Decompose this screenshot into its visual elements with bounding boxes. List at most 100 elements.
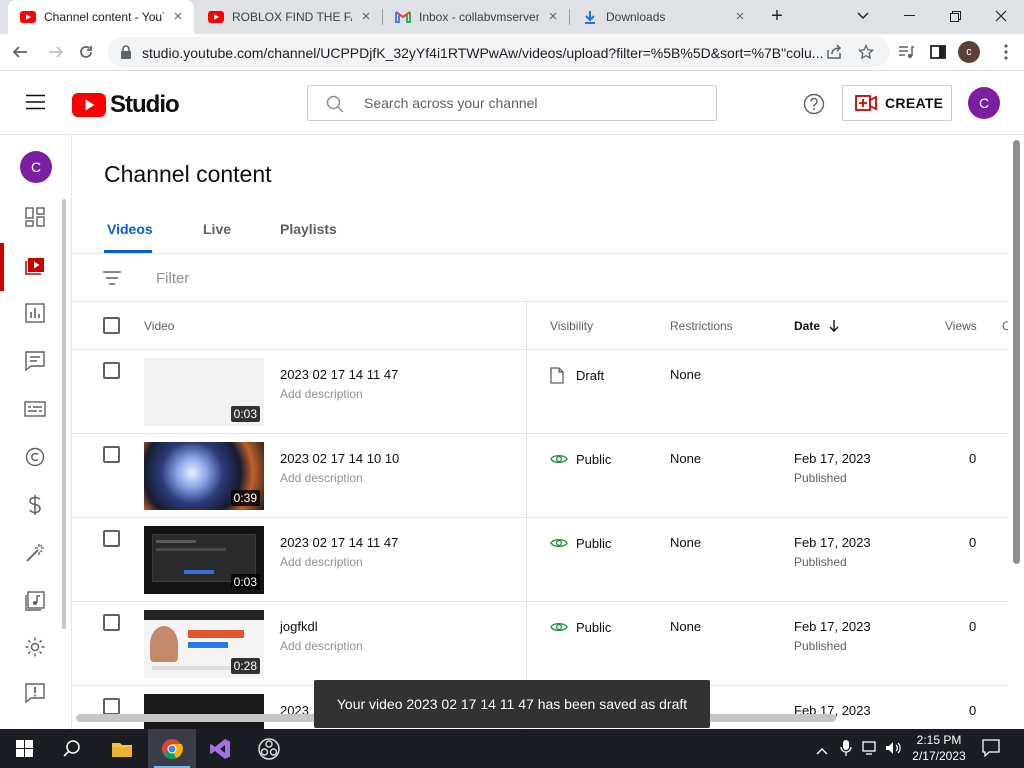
chrome-icon[interactable] bbox=[148, 729, 196, 768]
reload-button[interactable] bbox=[72, 38, 100, 66]
system-clock[interactable]: 2:15 PM 2/17/2023 bbox=[906, 732, 972, 764]
sidebar-scrollbar[interactable] bbox=[62, 199, 66, 629]
search-input[interactable] bbox=[364, 86, 704, 120]
audio-library-icon bbox=[25, 590, 45, 616]
sidebar-item-earn[interactable] bbox=[0, 483, 70, 531]
column-header-views[interactable]: Views bbox=[945, 319, 977, 333]
table-row[interactable]: 0:03 2023 02 17 14 11 47 Add description… bbox=[72, 350, 1008, 434]
browser-tab-gmail[interactable]: Inbox - collabvmserver × bbox=[383, 0, 569, 34]
address-bar[interactable]: studio.youtube.com/channel/UCPPDjfK_32yY… bbox=[108, 37, 890, 67]
sidebar-item-dashboard[interactable] bbox=[0, 195, 70, 243]
chevron-up-icon[interactable] bbox=[816, 742, 828, 760]
side-panel-icon[interactable] bbox=[924, 38, 952, 66]
sidebar-item-subtitles[interactable] bbox=[0, 387, 70, 435]
select-all-checkbox[interactable] bbox=[103, 317, 120, 334]
video-thumbnail[interactable] bbox=[144, 694, 264, 729]
table-row[interactable]: 0:03 2023 02 17 14 11 47 Add description… bbox=[72, 518, 1008, 602]
sidebar-item-analytics[interactable] bbox=[0, 291, 70, 339]
column-header-visibility[interactable]: Visibility bbox=[550, 319, 593, 333]
date-status: Published bbox=[794, 471, 847, 485]
filter-bar[interactable]: Filter bbox=[72, 254, 1008, 302]
windows-start-icon[interactable] bbox=[0, 729, 48, 768]
microphone-icon[interactable] bbox=[840, 739, 852, 762]
restore-button[interactable] bbox=[932, 0, 978, 32]
network-icon[interactable] bbox=[862, 741, 880, 760]
video-title[interactable]: 2023 02 17 14 10 10 bbox=[280, 451, 399, 466]
sidebar-item-content[interactable] bbox=[0, 243, 70, 291]
file-explorer-icon[interactable] bbox=[98, 729, 146, 768]
help-icon[interactable] bbox=[803, 93, 825, 120]
chevron-down-icon[interactable] bbox=[840, 0, 886, 32]
column-header-restrictions[interactable]: Restrictions bbox=[670, 319, 733, 333]
tab-videos[interactable]: Videos bbox=[107, 221, 153, 237]
new-tab-button[interactable]: + bbox=[762, 0, 792, 32]
video-thumbnail[interactable]: 0:28 bbox=[144, 610, 264, 678]
sidebar-item-feedback[interactable] bbox=[0, 671, 70, 719]
browser-tab-studio[interactable]: Channel content - YouTube Studio × bbox=[8, 0, 194, 34]
row-checkbox[interactable] bbox=[103, 614, 120, 631]
close-icon[interactable]: × bbox=[358, 9, 374, 25]
date-cell: Feb 17, 2023 bbox=[794, 451, 871, 466]
video-description[interactable]: Add description bbox=[280, 471, 363, 485]
close-icon[interactable]: × bbox=[732, 9, 748, 25]
channel-search-box[interactable] bbox=[307, 85, 717, 121]
video-title[interactable]: 2023 02 17 14 11 47 bbox=[280, 367, 398, 382]
duration-badge: 0:28 bbox=[230, 658, 260, 674]
media-control-icon[interactable] bbox=[892, 38, 920, 66]
bookmark-star-icon[interactable] bbox=[857, 43, 875, 65]
row-checkbox[interactable] bbox=[103, 446, 120, 463]
notification-icon[interactable] bbox=[982, 739, 1000, 762]
more-vertical-icon[interactable] bbox=[992, 38, 1020, 66]
browser-tab-roblox[interactable]: ROBLOX FIND THE FAMILY × bbox=[196, 0, 382, 34]
table-row[interactable]: 0:28 jogfkdl Add description Public None… bbox=[72, 602, 1008, 686]
close-icon[interactable]: × bbox=[545, 9, 561, 25]
volume-icon[interactable] bbox=[885, 741, 903, 760]
video-description[interactable]: Add description bbox=[280, 639, 363, 653]
sidebar-item-audio-library[interactable] bbox=[0, 579, 70, 627]
video-title[interactable]: jogfkdl bbox=[280, 619, 318, 634]
browser-profile-avatar[interactable]: c bbox=[958, 41, 980, 63]
toast-notification: Your video 2023 02 17 14 11 47 has been … bbox=[314, 680, 710, 728]
visibility-cell[interactable]: Draft bbox=[550, 366, 604, 384]
create-button[interactable]: CREATE bbox=[842, 85, 952, 121]
video-thumbnail[interactable]: 0:03 bbox=[144, 526, 264, 594]
hamburger-menu-icon[interactable] bbox=[26, 94, 46, 115]
studio-logo[interactable]: Studio bbox=[72, 91, 180, 119]
sidebar-item-comments[interactable] bbox=[0, 339, 70, 387]
row-checkbox[interactable] bbox=[103, 362, 120, 379]
visibility-cell[interactable]: Public bbox=[550, 534, 611, 552]
column-header-date[interactable]: Date bbox=[794, 319, 839, 335]
visibility-cell[interactable]: Public bbox=[550, 618, 611, 636]
video-thumbnail[interactable]: 0:39 bbox=[144, 442, 264, 510]
video-thumbnail[interactable]: 0:03 bbox=[144, 358, 264, 426]
forward-button[interactable] bbox=[42, 38, 70, 66]
browser-tab-downloads[interactable]: Downloads × bbox=[570, 0, 756, 34]
table-row[interactable]: 0:39 2023 02 17 14 10 10 Add description… bbox=[72, 434, 1008, 518]
column-header-comments[interactable]: C bbox=[1002, 319, 1008, 333]
minimize-button[interactable] bbox=[886, 0, 932, 32]
row-checkbox[interactable] bbox=[103, 530, 120, 547]
channel-avatar[interactable]: C bbox=[20, 151, 52, 183]
search-icon[interactable] bbox=[48, 729, 96, 768]
sidebar-item-copyright[interactable] bbox=[0, 435, 70, 483]
close-icon[interactable]: × bbox=[170, 9, 186, 25]
video-description[interactable]: Add description bbox=[280, 555, 363, 569]
vertical-scrollbar[interactable] bbox=[1013, 140, 1020, 564]
sidebar-item-customization[interactable] bbox=[0, 531, 70, 579]
video-title[interactable]: 2023 02 17 14 11 47 bbox=[280, 535, 398, 550]
lock-icon[interactable] bbox=[120, 45, 132, 64]
account-avatar[interactable]: C bbox=[968, 87, 1000, 119]
visibility-cell[interactable]: Public bbox=[550, 450, 611, 468]
filter-icon[interactable] bbox=[102, 271, 122, 290]
obs-icon[interactable] bbox=[245, 729, 293, 768]
back-button[interactable] bbox=[6, 38, 34, 66]
close-window-button[interactable] bbox=[978, 0, 1024, 32]
share-icon[interactable] bbox=[826, 44, 842, 65]
tab-live[interactable]: Live bbox=[203, 221, 231, 237]
tab-playlists[interactable]: Playlists bbox=[280, 221, 337, 237]
visibility-label: Public bbox=[576, 619, 612, 635]
visual-studio-icon[interactable] bbox=[196, 729, 244, 768]
row-checkbox[interactable] bbox=[103, 698, 120, 715]
video-description[interactable]: Add description bbox=[280, 387, 363, 401]
sidebar-item-settings[interactable] bbox=[0, 625, 70, 673]
